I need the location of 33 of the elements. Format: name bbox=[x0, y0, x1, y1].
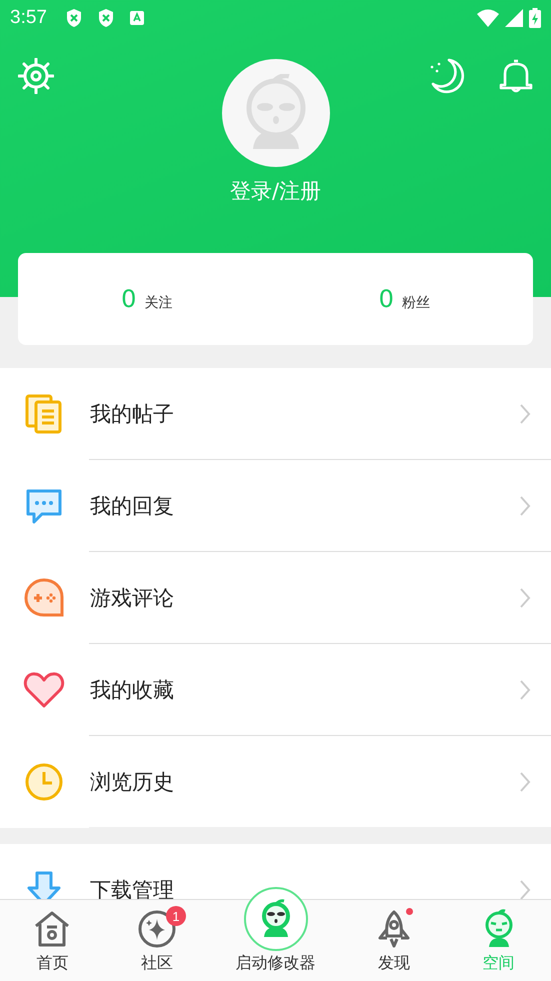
sparkle-icon bbox=[136, 909, 177, 949]
chevron-right-icon bbox=[519, 586, 531, 608]
app-icon bbox=[128, 10, 145, 26]
shield-icon bbox=[64, 8, 83, 28]
download-icon bbox=[26, 870, 62, 899]
chevron-right-icon bbox=[519, 494, 531, 516]
menu-item[interactable]: 我的回复 bbox=[0, 460, 551, 552]
menu-item[interactable]: 我的帖子 bbox=[0, 368, 551, 460]
chevron-right-icon bbox=[519, 402, 531, 424]
stat-label[interactable]: 关注 bbox=[144, 294, 172, 312]
stat-label[interactable]: 粉丝 bbox=[402, 294, 430, 312]
settings-icon[interactable] bbox=[18, 58, 54, 94]
nav-tab[interactable]: 社区 1 bbox=[104, 900, 210, 981]
nav-tab[interactable]: 首页 bbox=[0, 900, 105, 981]
shield-icon bbox=[96, 8, 115, 28]
menu-item[interactable]: 游戏评论 bbox=[0, 552, 551, 644]
notification-badge: 1 bbox=[166, 906, 186, 926]
gamepad-icon bbox=[23, 576, 65, 618]
document-icon bbox=[24, 394, 64, 434]
battery-icon bbox=[529, 8, 541, 28]
clock-icon bbox=[24, 762, 64, 802]
moon-icon[interactable] bbox=[429, 58, 465, 94]
chevron-right-icon bbox=[519, 878, 531, 899]
wifi-icon bbox=[477, 9, 499, 27]
menu-item[interactable]: 浏览历史 bbox=[0, 736, 551, 827]
bell-icon[interactable] bbox=[499, 58, 533, 94]
nav-tab[interactable]: 发现 bbox=[342, 900, 446, 981]
menu-item[interactable]: 我的收藏 bbox=[0, 644, 551, 736]
signal-icon bbox=[505, 9, 523, 27]
status-time: 3:57 bbox=[10, 7, 47, 29]
chevron-right-icon bbox=[519, 770, 531, 792]
chevron-right-icon bbox=[519, 678, 531, 700]
heart-icon bbox=[23, 670, 65, 708]
